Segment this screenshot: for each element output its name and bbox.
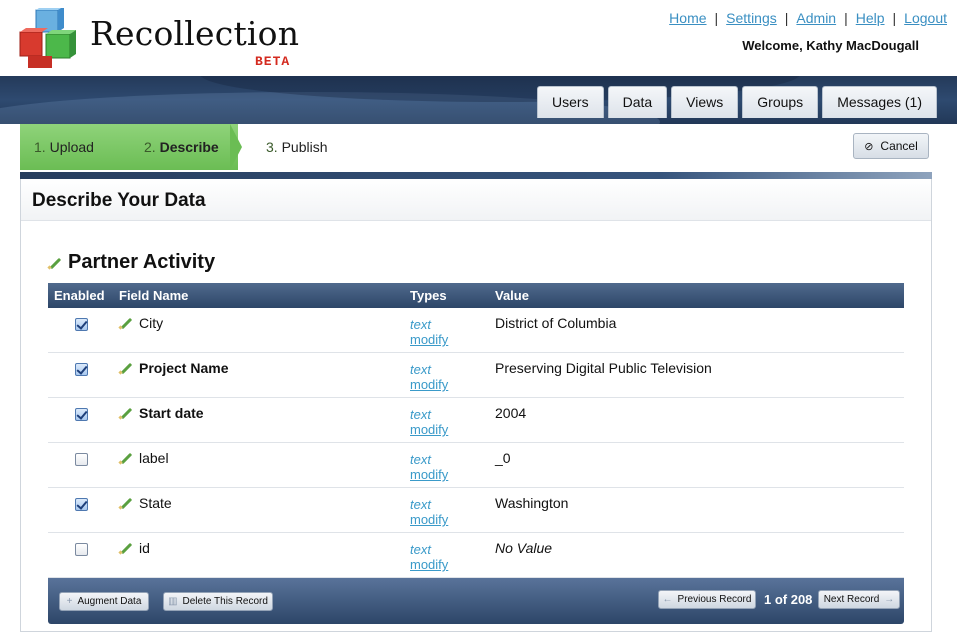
column-types: Types (410, 288, 447, 303)
top-links: Home | Settings | Admin | Help | Logout (669, 10, 947, 26)
field-value: Preserving Digital Public Television (495, 360, 712, 376)
tab-groups[interactable]: Groups (742, 86, 819, 118)
tab-views[interactable]: Views (671, 86, 739, 118)
enabled-checkbox[interactable] (75, 543, 88, 556)
modify-type-link[interactable]: modify (410, 422, 448, 437)
wizard-steps: 1. Upload 2. Describe 3. Publish (0, 124, 957, 172)
beta-label: BETA (255, 54, 291, 69)
record-title-block: Partner Activity (48, 251, 215, 274)
field-type: text (410, 497, 431, 512)
table-header: Enabled Field Name Types Value (48, 283, 904, 308)
admin-link[interactable]: Admin (796, 10, 836, 26)
column-enabled: Enabled (54, 288, 105, 303)
link-separator: | (714, 10, 719, 26)
field-type: text (410, 317, 431, 332)
cancel-icon: ⊘ (864, 140, 874, 153)
link-separator: | (844, 10, 848, 26)
tab-messages[interactable]: Messages (1) (822, 86, 937, 118)
field-type: text (410, 362, 431, 377)
tab-data[interactable]: Data (607, 86, 668, 118)
table-row: Project Name text modify Preserving Digi… (48, 353, 904, 398)
field-name: label (139, 450, 169, 466)
next-record-label: Next Record (823, 594, 880, 605)
field-name: Start date (139, 405, 204, 421)
cubes-logo-icon (19, 8, 76, 68)
cancel-label: Cancel (880, 139, 918, 153)
settings-link[interactable]: Settings (726, 10, 777, 26)
table-row: State text modify Washington (48, 488, 904, 533)
step-describe: 2. Describe (144, 139, 219, 155)
augment-data-button[interactable]: + Augment Data (59, 592, 149, 611)
modify-type-link[interactable]: modify (410, 377, 448, 392)
steps-arrow (230, 124, 242, 170)
table-row: label text modify _0 (48, 443, 904, 488)
field-name: id (139, 540, 150, 556)
field-name: State (139, 495, 172, 511)
field-value: No Value (495, 540, 553, 556)
modify-type-link[interactable]: modify (410, 557, 448, 572)
step-upload: 1. Upload (34, 139, 94, 155)
cancel-button[interactable]: ⊘ Cancel (853, 133, 929, 159)
pencil-icon[interactable] (119, 541, 133, 555)
pencil-icon[interactable] (119, 451, 133, 465)
augment-data-label: Augment Data (77, 596, 142, 607)
field-type: text (410, 452, 431, 467)
record-title: Partner Activity (68, 251, 216, 273)
field-name: Project Name (139, 360, 229, 376)
delete-record-label: Delete This Record (182, 596, 268, 607)
table-row: City text modify District of Columbia (48, 308, 904, 353)
main-tabs: Users Data Views Groups Messages (1) (537, 86, 937, 118)
logout-link[interactable]: Logout (904, 10, 947, 26)
trash-icon: ▥ (168, 596, 178, 607)
field-value: District of Columbia (495, 315, 617, 331)
pencil-icon[interactable] (119, 316, 133, 330)
column-value: Value (495, 288, 529, 303)
link-separator: | (784, 10, 789, 26)
next-record-button[interactable]: Next Record → (818, 590, 900, 609)
app-header: Recollection BETA Home | Settings | Admin | He… (0, 0, 957, 76)
table-row: id text modify No Value (48, 533, 904, 578)
enabled-checkbox[interactable] (75, 453, 88, 466)
pencil-icon[interactable] (119, 361, 133, 375)
panel-title: Describe Your Data (32, 190, 206, 211)
field-type: text (410, 542, 431, 557)
enabled-checkbox[interactable] (75, 363, 88, 376)
modify-type-link[interactable]: modify (410, 512, 448, 527)
arrow-left-icon: ← (662, 594, 673, 605)
field-value: Washington (495, 495, 569, 511)
column-field-name: Field Name (119, 288, 189, 303)
home-link[interactable]: Home (669, 10, 706, 26)
plus-icon: + (66, 596, 73, 607)
pencil-icon[interactable] (48, 256, 62, 270)
step-publish: 3. Publish (266, 139, 328, 155)
previous-record-label: Previous Record (677, 594, 752, 605)
arrow-right-icon: → (884, 594, 895, 605)
help-link[interactable]: Help (856, 10, 885, 26)
enabled-checkbox[interactable] (75, 498, 88, 511)
modify-type-link[interactable]: modify (410, 467, 448, 482)
steps-divider (20, 172, 932, 179)
modify-type-link[interactable]: modify (410, 332, 448, 347)
welcome-message: Welcome, Kathy MacDougall (742, 38, 919, 53)
field-value: _0 (495, 450, 511, 466)
tab-users[interactable]: Users (537, 86, 604, 118)
field-value: 2004 (495, 405, 527, 421)
app-name: Recollection (90, 14, 300, 53)
field-type: text (410, 407, 431, 422)
record-pager: 1 of 208 (764, 592, 813, 607)
enabled-checkbox[interactable] (75, 318, 88, 331)
enabled-checkbox[interactable] (75, 408, 88, 421)
field-name: City (139, 315, 164, 331)
panel-header: Describe Your Data (21, 179, 931, 221)
pencil-icon[interactable] (119, 496, 133, 510)
pencil-icon[interactable] (119, 406, 133, 420)
previous-record-button[interactable]: ← Previous Record (658, 590, 756, 609)
link-separator: | (892, 10, 897, 26)
delete-record-button[interactable]: ▥ Delete This Record (163, 592, 273, 611)
table-row: Start date text modify 2004 (48, 398, 904, 443)
record-toolbar: + Augment Data ▥ Delete This Record ← Pr… (48, 578, 904, 624)
